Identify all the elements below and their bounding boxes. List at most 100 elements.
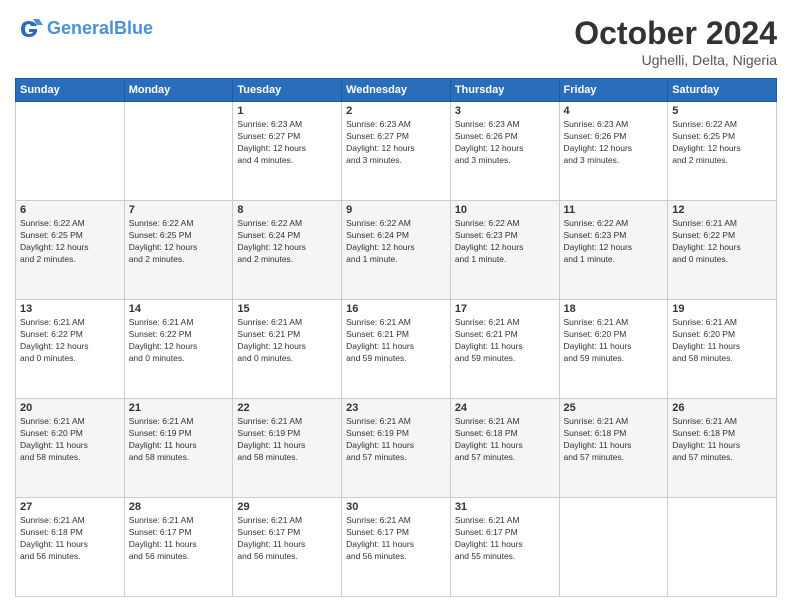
calendar-cell — [668, 498, 777, 597]
day-number: 16 — [346, 303, 446, 315]
day-info: Sunrise: 6:21 AM Sunset: 6:20 PM Dayligh… — [564, 317, 664, 365]
calendar-cell: 2Sunrise: 6:23 AM Sunset: 6:27 PM Daylig… — [342, 102, 451, 201]
weekday-header: Wednesday — [342, 79, 451, 102]
day-number: 25 — [564, 402, 664, 414]
logo-icon — [15, 15, 43, 43]
calendar-cell — [124, 102, 233, 201]
day-info: Sunrise: 6:21 AM Sunset: 6:17 PM Dayligh… — [129, 515, 229, 563]
calendar-cell: 26 Sunrise: 6:21 AM Sunset: 6:18 PM Dayli… — [668, 399, 777, 498]
day-info: Sunrise: 6:21 AM Sunset: 6:19 PM Dayligh… — [129, 416, 229, 464]
calendar-cell: 13 Sunrise: 6:21 AM Sunset: 6:22 PM Dayli… — [16, 300, 125, 399]
page: GeneralBlue October 2024 Ughelli, Delta,… — [0, 0, 792, 612]
weekday-header-row: SundayMondayTuesdayWednesdayThursdayFrid… — [16, 79, 777, 102]
day-info: Sunrise: 6:22 AM Sunset: 6:24 PM Dayligh… — [237, 218, 337, 266]
calendar-cell: 4 Sunrise: 6:23 AM Sunset: 6:26 PM Daylig… — [559, 102, 668, 201]
day-info: Sunrise: 6:21 AM Sunset: 6:20 PM Dayligh… — [20, 416, 120, 464]
logo-line2: Blue — [114, 18, 153, 38]
day-number: 22 — [237, 402, 337, 414]
day-number: 12 — [672, 204, 772, 216]
day-number: 5 — [672, 105, 772, 117]
calendar-cell: 30 Sunrise: 6:21 AM Sunset: 6:17 PM Dayli… — [342, 498, 451, 597]
calendar-cell: 1 Sunrise: 6:23 AM Sunset: 6:27 PM Daylig… — [233, 102, 342, 201]
calendar-cell: 7Sunrise: 6:22 AM Sunset: 6:25 PM Daylig… — [124, 201, 233, 300]
day-info: Sunrise: 6:22 AM Sunset: 6:25 PM Dayligh… — [129, 218, 229, 266]
calendar: SundayMondayTuesdayWednesdayThursdayFrid… — [15, 78, 777, 597]
calendar-cell — [559, 498, 668, 597]
calendar-cell: 5 Sunrise: 6:22 AM Sunset: 6:25 PM Daylig… — [668, 102, 777, 201]
calendar-cell: 27 Sunrise: 6:21 AM Sunset: 6:18 PM Dayli… — [16, 498, 125, 597]
calendar-cell: 16 Sunrise: 6:21 AM Sunset: 6:21 PM Dayli… — [342, 300, 451, 399]
day-number: 28 — [129, 501, 229, 513]
day-info: Sunrise: 6:22 AM Sunset: 6:23 PM Dayligh… — [564, 218, 664, 266]
day-number: 31 — [455, 501, 555, 513]
calendar-cell: 19Sunrise: 6:21 AM Sunset: 6:20 PM Dayli… — [668, 300, 777, 399]
calendar-cell: 23 Sunrise: 6:21 AM Sunset: 6:19 PM Dayli… — [342, 399, 451, 498]
day-info: Sunrise: 6:21 AM Sunset: 6:18 PM Dayligh… — [672, 416, 772, 464]
calendar-cell: 9 Sunrise: 6:22 AM Sunset: 6:24 PM Daylig… — [342, 201, 451, 300]
day-number: 2 — [346, 105, 446, 117]
day-info: Sunrise: 6:21 AM Sunset: 6:19 PM Dayligh… — [346, 416, 446, 464]
day-info: Sunrise: 6:21 AM Sunset: 6:18 PM Dayligh… — [20, 515, 120, 563]
header: GeneralBlue October 2024 Ughelli, Delta,… — [15, 15, 777, 68]
calendar-week-row: 20Sunrise: 6:21 AM Sunset: 6:20 PM Dayli… — [16, 399, 777, 498]
day-info: Sunrise: 6:22 AM Sunset: 6:24 PM Dayligh… — [346, 218, 446, 266]
day-info: Sunrise: 6:22 AM Sunset: 6:23 PM Dayligh… — [455, 218, 555, 266]
day-info: Sunrise: 6:21 AM Sunset: 6:22 PM Dayligh… — [672, 218, 772, 266]
day-number: 8 — [237, 204, 337, 216]
day-number: 11 — [564, 204, 664, 216]
location: Ughelli, Delta, Nigeria — [574, 52, 777, 68]
day-number: 3 — [455, 105, 555, 117]
day-info: Sunrise: 6:22 AM Sunset: 6:25 PM Dayligh… — [672, 119, 772, 167]
calendar-cell: 29 Sunrise: 6:21 AM Sunset: 6:17 PM Dayli… — [233, 498, 342, 597]
day-number: 26 — [672, 402, 772, 414]
day-info: Sunrise: 6:21 AM Sunset: 6:18 PM Dayligh… — [564, 416, 664, 464]
day-info: Sunrise: 6:21 AM Sunset: 6:21 PM Dayligh… — [346, 317, 446, 365]
calendar-cell: 14 Sunrise: 6:21 AM Sunset: 6:22 PM Dayli… — [124, 300, 233, 399]
day-number: 18 — [564, 303, 664, 315]
day-info: Sunrise: 6:21 AM Sunset: 6:22 PM Dayligh… — [129, 317, 229, 365]
day-info: Sunrise: 6:21 AM Sunset: 6:19 PM Dayligh… — [237, 416, 337, 464]
day-number: 9 — [346, 204, 446, 216]
day-number: 6 — [20, 204, 120, 216]
calendar-cell: 25 Sunrise: 6:21 AM Sunset: 6:18 PM Dayli… — [559, 399, 668, 498]
calendar-cell: 10Sunrise: 6:22 AM Sunset: 6:23 PM Dayli… — [450, 201, 559, 300]
day-number: 27 — [20, 501, 120, 513]
weekday-header: Saturday — [668, 79, 777, 102]
day-number: 29 — [237, 501, 337, 513]
calendar-cell: 28 Sunrise: 6:21 AM Sunset: 6:17 PM Dayli… — [124, 498, 233, 597]
day-number: 14 — [129, 303, 229, 315]
day-info: Sunrise: 6:21 AM Sunset: 6:21 PM Dayligh… — [455, 317, 555, 365]
calendar-cell: 11 Sunrise: 6:22 AM Sunset: 6:23 PM Dayli… — [559, 201, 668, 300]
calendar-week-row: 1 Sunrise: 6:23 AM Sunset: 6:27 PM Daylig… — [16, 102, 777, 201]
calendar-cell: 17 Sunrise: 6:21 AM Sunset: 6:21 PM Dayli… — [450, 300, 559, 399]
calendar-week-row: 6 Sunrise: 6:22 AM Sunset: 6:25 PM Daylig… — [16, 201, 777, 300]
day-number: 23 — [346, 402, 446, 414]
calendar-cell: 15Sunrise: 6:21 AM Sunset: 6:21 PM Dayli… — [233, 300, 342, 399]
day-number: 15 — [237, 303, 337, 315]
day-number: 4 — [564, 105, 664, 117]
day-number: 13 — [20, 303, 120, 315]
day-info: Sunrise: 6:21 AM Sunset: 6:17 PM Dayligh… — [237, 515, 337, 563]
calendar-cell: 20Sunrise: 6:21 AM Sunset: 6:20 PM Dayli… — [16, 399, 125, 498]
day-number: 17 — [455, 303, 555, 315]
day-info: Sunrise: 6:21 AM Sunset: 6:18 PM Dayligh… — [455, 416, 555, 464]
weekday-header: Sunday — [16, 79, 125, 102]
calendar-cell: 12 Sunrise: 6:21 AM Sunset: 6:22 PM Dayli… — [668, 201, 777, 300]
calendar-cell: 6Sunrise: 6:22 AM Sunset: 6:25 PM Daylig… — [16, 201, 125, 300]
calendar-cell: 22 Sunrise: 6:21 AM Sunset: 6:19 PM Dayli… — [233, 399, 342, 498]
logo-line1: General — [47, 18, 114, 38]
day-number: 1 — [237, 105, 337, 117]
day-info: Sunrise: 6:23 AM Sunset: 6:26 PM Dayligh… — [564, 119, 664, 167]
day-number: 21 — [129, 402, 229, 414]
logo-text: GeneralBlue — [47, 19, 153, 39]
calendar-cell: 24 Sunrise: 6:21 AM Sunset: 6:18 PM Dayli… — [450, 399, 559, 498]
day-number: 24 — [455, 402, 555, 414]
day-info: Sunrise: 6:21 AM Sunset: 6:22 PM Dayligh… — [20, 317, 120, 365]
logo: GeneralBlue — [15, 15, 153, 43]
title-section: October 2024 Ughelli, Delta, Nigeria — [574, 15, 777, 68]
day-number: 30 — [346, 501, 446, 513]
weekday-header: Friday — [559, 79, 668, 102]
weekday-header: Tuesday — [233, 79, 342, 102]
day-info: Sunrise: 6:21 AM Sunset: 6:17 PM Dayligh… — [346, 515, 446, 563]
day-info: Sunrise: 6:23 AM Sunset: 6:27 PM Dayligh… — [237, 119, 337, 167]
